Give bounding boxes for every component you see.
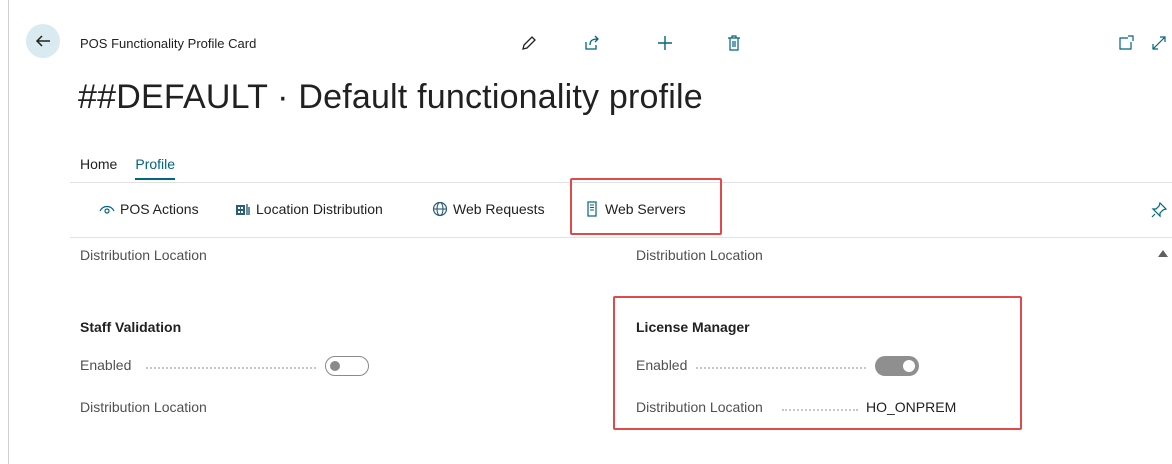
toggle-knob bbox=[330, 361, 340, 371]
card-title: POS Functionality Profile Card bbox=[80, 36, 257, 51]
tab-home[interactable]: Home bbox=[80, 156, 117, 180]
trash-icon bbox=[728, 35, 740, 51]
tab-bar: Home Profile bbox=[80, 156, 176, 180]
share-button[interactable] bbox=[581, 32, 603, 54]
arrow-left-icon bbox=[35, 35, 50, 47]
pin-icon bbox=[1151, 201, 1168, 218]
scroll-up-arrow[interactable] bbox=[1158, 250, 1168, 257]
web-servers-highlight bbox=[570, 178, 722, 235]
page-title: ##DEFAULT · Default functionality profil… bbox=[78, 78, 703, 116]
open-new-window-button[interactable] bbox=[1115, 32, 1137, 54]
staff-validation-enabled-leader bbox=[146, 367, 316, 369]
web-requests-button[interactable]: Web Requests bbox=[432, 201, 545, 217]
location-distribution-button[interactable]: Location Distribution bbox=[235, 201, 383, 217]
staff-validation-distribution-label: Distribution Location bbox=[80, 399, 207, 415]
left-distribution-location-label: Distribution Location bbox=[80, 247, 207, 263]
staff-validation-enabled-toggle[interactable] bbox=[325, 356, 369, 376]
edit-button[interactable] bbox=[518, 32, 540, 54]
staff-validation-enabled-label: Enabled bbox=[80, 357, 132, 373]
delete-button[interactable] bbox=[723, 32, 745, 54]
left-border bbox=[8, 0, 9, 464]
staff-validation-title: Staff Validation bbox=[80, 319, 182, 335]
back-button[interactable] bbox=[26, 24, 60, 58]
license-manager-highlight bbox=[613, 296, 1022, 430]
location-distribution-icon bbox=[235, 201, 251, 217]
open-new-window-icon bbox=[1119, 35, 1134, 50]
web-requests-label: Web Requests bbox=[453, 201, 545, 217]
right-distribution-location-label: Distribution Location bbox=[636, 247, 763, 263]
pin-button[interactable] bbox=[1150, 201, 1168, 224]
expand-icon bbox=[1152, 36, 1166, 50]
globe-icon bbox=[432, 201, 448, 217]
pos-actions-label: POS Actions bbox=[120, 201, 199, 217]
plus-icon bbox=[658, 36, 672, 50]
location-distribution-label: Location Distribution bbox=[256, 201, 383, 217]
eye-icon bbox=[99, 201, 115, 217]
pencil-icon bbox=[522, 36, 536, 50]
new-button[interactable] bbox=[654, 32, 676, 54]
expand-button[interactable] bbox=[1148, 32, 1170, 54]
share-icon bbox=[585, 35, 599, 50]
tab-profile[interactable]: Profile bbox=[135, 156, 176, 180]
pos-actions-button[interactable]: POS Actions bbox=[99, 201, 199, 217]
